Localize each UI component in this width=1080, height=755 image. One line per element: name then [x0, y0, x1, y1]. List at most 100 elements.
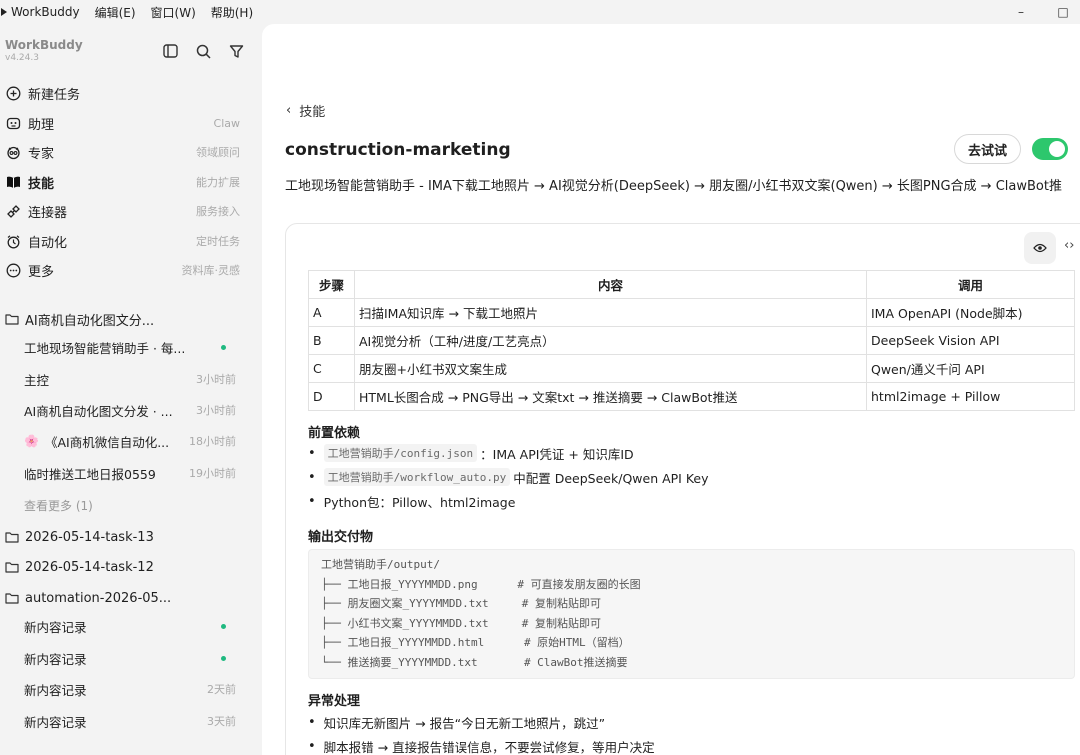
table-cell: DeepSeek Vision API	[866, 326, 1075, 355]
nav-label: 专家	[28, 146, 55, 162]
task-title: 临时推送工地日报0559	[24, 466, 156, 482]
task-title: 新内容记录	[24, 619, 87, 635]
nav-label: 新建任务	[28, 87, 81, 103]
task-title: 《AI商机微信自动化...	[44, 434, 170, 450]
enable-toggle[interactable]	[1032, 138, 1068, 160]
list-item: 脚本报错 → 直接报告错误信息，不要尝试修复，等用户决定	[308, 734, 655, 755]
connector-icon	[5, 203, 21, 219]
nav-new-task[interactable]: 新建任务	[0, 79, 248, 107]
main-panel: ‹ 技能 construction-marketing 去试试 工地现场智能营销…	[262, 24, 1080, 755]
nav-automation[interactable]: 自动化 定时任务	[0, 227, 248, 255]
filter-icon[interactable]	[226, 41, 246, 61]
nav-assistant[interactable]: 助理 Claw	[0, 109, 248, 137]
task-item[interactable]: 新内容记录	[24, 644, 236, 672]
inline-code: 工地营销助手/config.json	[323, 444, 478, 462]
nav-expert[interactable]: 专家 领域顾问	[0, 138, 248, 166]
nav-label: 技能	[28, 176, 55, 192]
table-cell: html2image + Pillow	[866, 382, 1075, 411]
unread-dot	[221, 623, 226, 629]
list-item-text: 脚本报错 → 直接报告错误信息，不要尝试修复，等用户决定	[323, 739, 655, 755]
project-group[interactable]: 2026-05-14-task-12	[0, 553, 248, 581]
group-label: AI商机自动化图文分...	[25, 313, 155, 329]
table-row: D HTML长图合成 → PNG导出 → 文案txt → 推送摘要 → Claw…	[308, 382, 1075, 411]
search-icon[interactable]	[193, 41, 213, 61]
menu-help[interactable]: 帮助(H)	[211, 4, 253, 21]
nav-label: 自动化	[28, 235, 68, 251]
column-header: 步骤	[308, 270, 355, 299]
code-view-icon[interactable]: ‹›	[1064, 238, 1074, 253]
unread-dot	[221, 655, 226, 661]
expert-icon	[5, 144, 21, 160]
back-label: 技能	[299, 105, 326, 120]
code-line: ├── 朋友圈文案_YYYYMMDD.txt # 复制粘贴即可	[321, 597, 601, 610]
version-label: v4.24.3	[5, 53, 39, 63]
flower-icon: 🌸	[24, 434, 39, 448]
table-row: B AI视觉分析（工种/进度/工艺亮点） DeepSeek Vision API	[308, 326, 1075, 355]
code-line: ├── 工地日报_YYYYMMDD.png # 可直接发朋友圈的长图	[321, 577, 641, 591]
column-header: 内容	[354, 270, 867, 299]
task-item[interactable]: 工地现场智能营销助手 · 每...	[24, 333, 236, 361]
output-code-block: 工地营销助手/output/ ├── 工地日报_YYYYMMDD.png # 可…	[308, 549, 1075, 679]
assistant-icon	[5, 115, 21, 131]
task-title: 主控	[24, 372, 50, 388]
back-link[interactable]: ‹ 技能	[286, 101, 325, 120]
eye-icon	[1033, 243, 1047, 253]
alarm-icon	[5, 233, 21, 249]
app-logo-icon	[1, 8, 7, 16]
list-item-text: Python包：Pillow、html2image	[323, 494, 516, 510]
task-item[interactable]: 新内容记录 2天前	[24, 675, 236, 703]
folder-icon	[5, 562, 19, 573]
nav-hint: 领域顾问	[196, 146, 240, 159]
project-group[interactable]: 2026-05-14-task-13	[0, 523, 248, 551]
nav-label: 连接器	[28, 205, 68, 221]
table-row: C 朋友圈+小红书双文案生成 Qwen/通义千问 API	[308, 354, 1075, 383]
task-title: AI商机自动化图文分发 · ...	[24, 403, 173, 419]
task-time: 18小时前	[189, 435, 236, 448]
maximize-button[interactable]: □	[1048, 0, 1078, 24]
menu-edit[interactable]: 编辑(E)	[95, 4, 136, 21]
folder-icon	[5, 314, 19, 325]
plus-circle-icon	[5, 85, 21, 101]
nav-skills[interactable]: 技能 能力扩展	[0, 168, 248, 196]
folder-icon	[5, 532, 19, 543]
steps-table: 步骤 内容 调用 A 扫描IMA知识库 → 下载工地照片 IMA OpenAPI…	[308, 270, 1075, 411]
sidebar-header: WorkBuddy v4.24.3	[5, 38, 83, 63]
task-item[interactable]: 主控 3小时前	[24, 365, 236, 393]
task-item[interactable]: 新内容记录	[24, 612, 236, 640]
toggle-knob	[1049, 141, 1065, 157]
list-item-text: 中配置 DeepSeek/Qwen API Key	[513, 470, 709, 486]
panel-toggle-icon[interactable]	[160, 41, 180, 61]
project-group[interactable]: AI商机自动化图文分...	[0, 305, 248, 333]
table-cell: D	[308, 382, 355, 411]
project-group[interactable]: automation-2026-05...	[0, 584, 248, 612]
preview-button[interactable]	[1024, 232, 1056, 264]
task-item[interactable]: 🌸 《AI商机微信自动化... 18小时前	[24, 427, 236, 455]
task-item[interactable]: 临时推送工地日报0559 19小时前	[24, 459, 236, 487]
list-item: 知识库无新图片 → 报告“今日无新工地照片，跳过”	[308, 710, 655, 734]
table-cell: 朋友圈+小红书双文案生成	[354, 354, 867, 383]
code-line: ├── 小红书文案_YYYYMMDD.txt # 复制粘贴即可	[321, 616, 601, 630]
table-cell: IMA OpenAPI (Node脚本)	[866, 298, 1075, 327]
nav-hint: Claw	[213, 116, 240, 130]
see-more-link[interactable]: 查看更多 (1)	[24, 497, 93, 514]
minimize-button[interactable]: –	[1006, 0, 1036, 24]
sidebar-tools	[160, 41, 259, 61]
skill-document: ‹› 步骤 内容 调用 A 扫描IMA知识库 → 下载工地照片 IMA Open…	[285, 223, 1080, 755]
table-cell: C	[308, 354, 355, 383]
table-cell: B	[308, 326, 355, 355]
table-cell: Qwen/通义千问 API	[866, 354, 1075, 383]
nav-connector[interactable]: 连接器 服务接入	[0, 197, 248, 225]
app-name[interactable]: WorkBuddy	[11, 5, 80, 19]
task-title: 工地现场智能营销助手 · 每...	[24, 340, 186, 356]
menu-window[interactable]: 窗口(W)	[151, 4, 196, 21]
list-item-text: 知识库无新图片 → 报告“今日无新工地照片，跳过”	[323, 715, 606, 731]
prereq-list: 工地营销助手/config.json ：IMA API凭证 + 知识库ID 工地…	[308, 441, 709, 513]
task-item[interactable]: AI商机自动化图文分发 · ... 3小时前	[24, 396, 236, 424]
nav-more[interactable]: 更多 资料库·灵感	[0, 256, 248, 284]
try-button[interactable]: 去试试	[954, 134, 1021, 164]
task-item[interactable]: 新内容记录 3天前	[24, 707, 236, 735]
task-title: 新内容记录	[24, 682, 87, 698]
menu-bar: WorkBuddy 编辑(E) 窗口(W) 帮助(H)	[0, 0, 1080, 24]
task-title: 新内容记录	[24, 714, 87, 730]
task-title: 新内容记录	[24, 651, 87, 667]
